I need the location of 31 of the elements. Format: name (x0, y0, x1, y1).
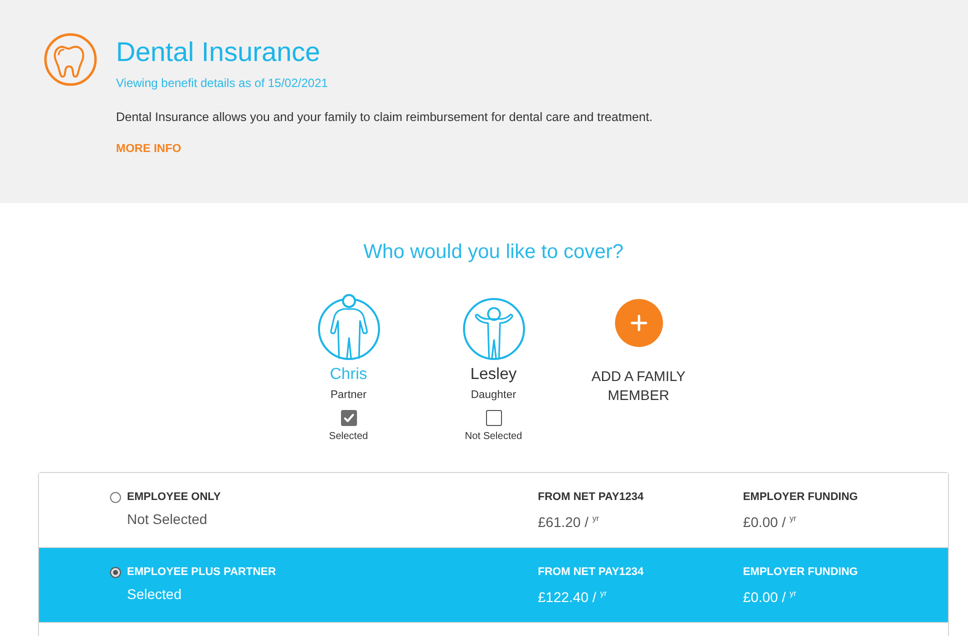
price-amount: £61.20 / $^{yr}$ (538, 513, 600, 531)
column-heading: EMPLOYER FUNDING (742, 490, 859, 504)
add-plus-icon[interactable] (614, 299, 662, 347)
member-checkbox[interactable] (486, 410, 502, 426)
member-checkbox[interactable] (340, 410, 356, 426)
tooth-icon (44, 33, 97, 86)
page-title: Dental Insurance (116, 36, 322, 69)
description-text: Dental Insurance allows you and your family to claim reimbursement for dental care and treatment. (116, 109, 653, 125)
plan-label: EMPLOYEE PLUS PARTNER (127, 565, 276, 579)
member-name: Chris (330, 365, 368, 385)
member-name: Lesley (470, 365, 517, 385)
radio-button[interactable] (110, 566, 121, 578)
price-amount: £0.00 / $^{yr}$ (742, 513, 798, 531)
member-relation: Daughter (470, 388, 516, 402)
column-heading: EMPLOYER FUNDING (742, 565, 859, 579)
column-heading: FROM NET PAY1234 (538, 490, 645, 504)
price-amount: £122.40 / $^{yr}$ (538, 588, 608, 606)
radio-button[interactable] (110, 492, 121, 502)
member-relation: Partner (330, 388, 367, 402)
cover-heading: Who would you like to cover? (363, 240, 624, 265)
plan-label: EMPLOYEE ONLY (127, 490, 221, 504)
selection-status: Selected (329, 430, 368, 443)
date-subtitle: Viewing benefit details as of 15/02/2021 (116, 75, 329, 91)
selection-status: Not Selected (464, 430, 522, 443)
plan-status: Selected (127, 585, 182, 603)
plan-status: Not Selected (127, 510, 208, 528)
plan-option-row[interactable]: EMPLOYEE ONLY Not Selected FROM NET PAY1234 £61.20 / $^{yr}$ EMPLOYER FUNDING £0.00 / $^{yr}$ (39, 473, 948, 548)
column-heading: FROM NET PAY1234 (538, 565, 645, 579)
adult-person-icon[interactable] (316, 294, 380, 360)
price-amount: £0.00 / $^{yr}$ (742, 588, 798, 606)
add-family-member-label[interactable]: ADD A FAMILY MEMBER (584, 367, 694, 405)
